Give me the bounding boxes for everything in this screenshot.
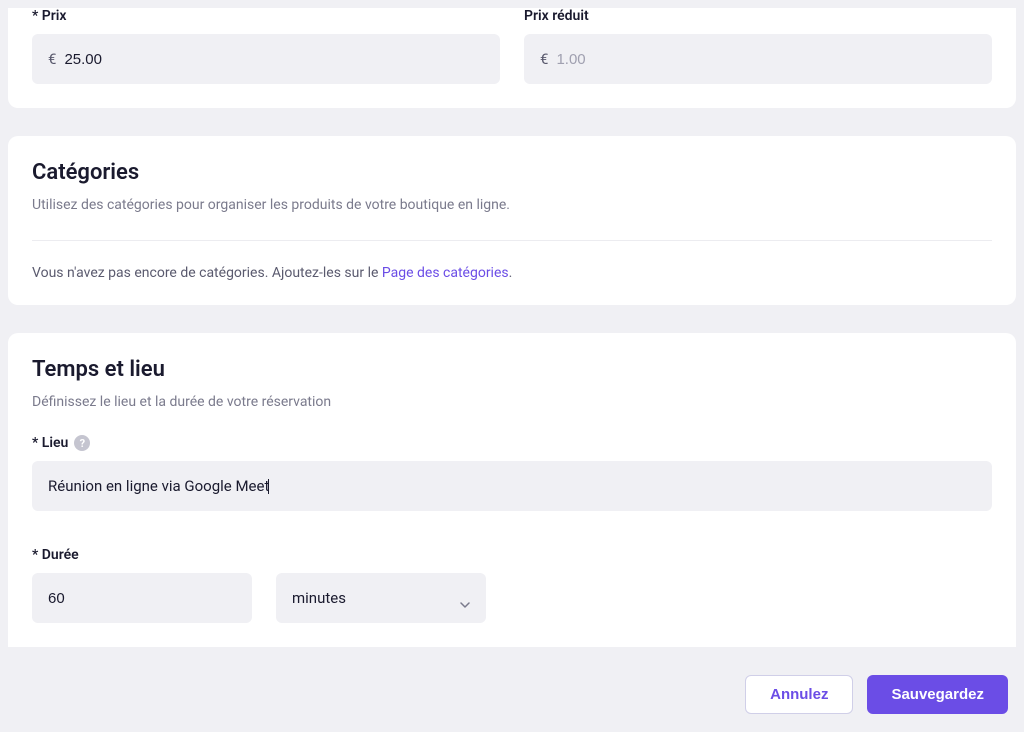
categories-page-link[interactable]: Page des catégories [382,265,509,281]
currency-symbol: € [540,50,548,68]
location-label: * Lieu ? [32,435,992,451]
reduced-price-input-wrapper[interactable]: € [524,34,992,84]
categories-empty-text: Vous n'avez pas encore de catégories. Aj… [32,265,992,281]
price-column: * Prix € [32,8,500,84]
duration-unit-select[interactable]: minutes [276,573,486,623]
chevron-down-icon [460,593,470,603]
duration-input-wrapper[interactable] [32,573,252,623]
price-input[interactable] [64,51,484,68]
text-caret [268,479,269,494]
price-row: * Prix € Prix réduit € [32,8,992,84]
reduced-price-label: Prix réduit [524,8,992,24]
empty-suffix: . [509,265,513,281]
content-area: * Prix € Prix réduit € Catégories Utilis… [0,0,1024,647]
reduced-price-column: Prix réduit € [524,8,992,84]
duration-row: minutes [32,573,992,623]
reduced-price-input[interactable] [556,51,976,68]
divider [32,240,992,241]
time-location-card: Temps et lieu Définissez le lieu et la d… [8,333,1016,647]
location-input-wrapper[interactable]: Réunion en ligne via Google Meet [32,461,992,511]
time-location-desc: Définissez le lieu et la durée de votre … [32,392,992,413]
categories-title: Catégories [32,160,992,185]
footer-actions: Annulez Sauvegardez [0,657,1024,732]
save-button[interactable]: Sauvegardez [867,675,1008,714]
empty-prefix: Vous n'avez pas encore de catégories. Aj… [32,265,382,281]
price-label: * Prix [32,8,500,24]
categories-card: Catégories Utilisez des catégories pour … [8,136,1016,305]
duration-input[interactable] [48,590,236,607]
duration-unit-text: minutes [292,589,346,607]
price-input-wrapper[interactable]: € [32,34,500,84]
pricing-card: * Prix € Prix réduit € [8,8,1016,108]
currency-symbol: € [48,50,56,68]
location-input-text: Réunion en ligne via Google Meet [48,477,269,495]
help-icon[interactable]: ? [74,435,90,451]
categories-desc: Utilisez des catégories pour organiser l… [32,195,992,216]
duration-label: * Durée [32,547,992,563]
location-label-text: * Lieu [32,435,68,451]
time-location-title: Temps et lieu [32,357,992,382]
cancel-button[interactable]: Annulez [745,675,853,714]
